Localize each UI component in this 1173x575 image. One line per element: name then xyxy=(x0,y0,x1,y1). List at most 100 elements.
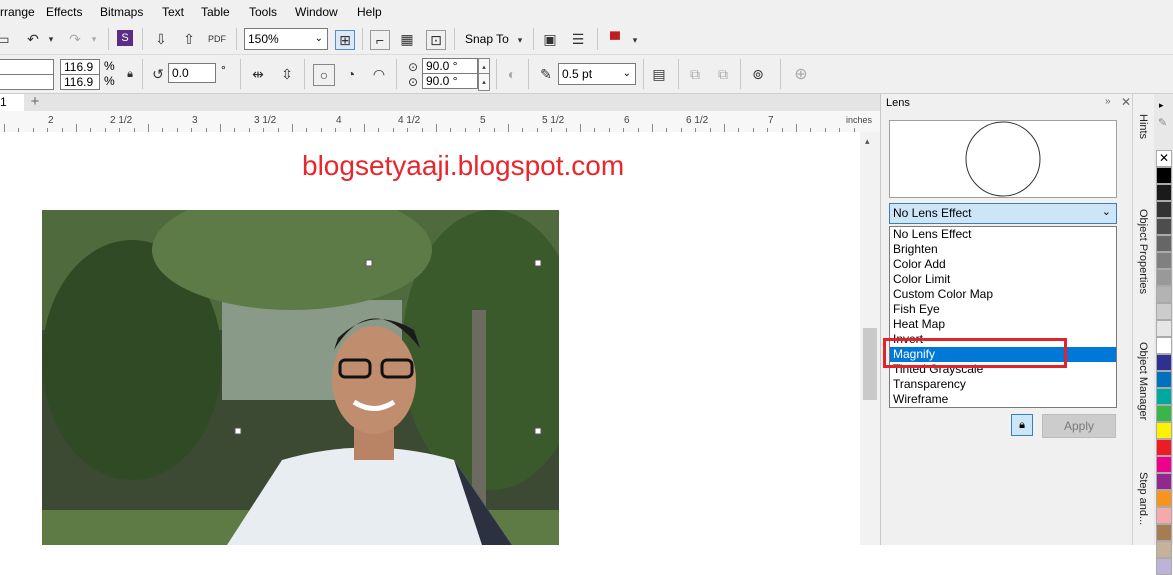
launcher-dropdown-icon[interactable]: ▾ xyxy=(626,31,644,49)
to-front-icon[interactable]: ⧉ xyxy=(686,65,704,83)
corel-connect-icon[interactable]: S xyxy=(117,30,133,46)
photo[interactable] xyxy=(42,210,559,545)
lens-option-no-lens-effect[interactable]: No Lens Effect xyxy=(890,227,1116,242)
lens-option-color-limit[interactable]: Color Limit xyxy=(890,272,1116,287)
lens-option-color-add[interactable]: Color Add xyxy=(890,257,1116,272)
publish-pdf-icon[interactable]: PDF xyxy=(208,30,226,48)
lock-ratio-icon[interactable]: 🔒︎ xyxy=(121,65,139,83)
snap-dropdown-icon[interactable]: ▾ xyxy=(511,31,529,49)
add-icon[interactable]: ⊕ xyxy=(792,65,810,83)
scrollbar-thumb[interactable] xyxy=(863,328,877,400)
outline-width-select[interactable]: 0.5 pt ⌄ xyxy=(558,63,636,85)
text-wrap-icon[interactable]: ▤ xyxy=(650,65,668,83)
welcome-screen-icon[interactable]: ▣ xyxy=(541,30,559,48)
tab-step-and-repeat[interactable]: Step and... xyxy=(1137,472,1149,525)
export-icon[interactable]: ⇧ xyxy=(180,30,198,48)
scale-y-field[interactable]: 116.9 xyxy=(60,74,100,90)
color-swatch[interactable] xyxy=(1156,405,1172,422)
color-swatch[interactable] xyxy=(1156,337,1172,354)
no-color-swatch[interactable]: ✕ xyxy=(1156,150,1172,167)
zoom-to-page-icon[interactable]: ⊞ xyxy=(335,30,355,50)
ellipse-icon[interactable]: ○ xyxy=(313,64,335,86)
object-size-width-field[interactable] xyxy=(0,59,54,75)
tab-object-properties[interactable]: Object Properties xyxy=(1137,209,1149,294)
color-swatch[interactable] xyxy=(1156,507,1172,524)
close-icon[interactable]: ✕ xyxy=(1121,95,1131,109)
application-launcher-icon[interactable]: ▀ xyxy=(606,30,624,48)
color-swatch[interactable] xyxy=(1156,201,1172,218)
menu-effects[interactable]: Effects xyxy=(46,5,82,19)
color-swatch[interactable] xyxy=(1156,524,1172,541)
color-swatch[interactable] xyxy=(1156,252,1172,269)
lens-option-custom-color-map[interactable]: Custom Color Map xyxy=(890,287,1116,302)
scale-x-field[interactable]: 116.9 xyxy=(60,59,100,75)
lens-option-heat-map[interactable]: Heat Map xyxy=(890,317,1116,332)
color-swatch[interactable] xyxy=(1156,354,1172,371)
color-swatch[interactable] xyxy=(1156,320,1172,337)
direction-icon[interactable]: ◐ xyxy=(503,65,521,83)
color-swatch[interactable] xyxy=(1156,456,1172,473)
menu-table[interactable]: Table xyxy=(201,5,230,19)
grid-icon[interactable]: ▦ xyxy=(398,30,416,48)
palette-scroll-up-icon[interactable]: ▸ xyxy=(1159,100,1164,111)
stepper-icon[interactable]: ▴ xyxy=(478,73,490,91)
color-swatch[interactable] xyxy=(1156,235,1172,252)
vertical-scrollbar[interactable]: ▴ xyxy=(860,132,880,545)
snap-to-label[interactable]: Snap To xyxy=(465,32,509,46)
lock-icon[interactable]: 🔒︎ xyxy=(1011,414,1033,436)
rotation-angle-field[interactable]: 0.0 xyxy=(168,63,216,83)
menu-text[interactable]: Text xyxy=(162,5,184,19)
mirror-horizontal-icon[interactable]: ⇹ xyxy=(249,65,267,83)
color-swatch[interactable] xyxy=(1156,184,1172,201)
color-swatch[interactable] xyxy=(1156,422,1172,439)
menu-arrange[interactable]: rrange xyxy=(0,5,35,19)
starting-angle-field[interactable]: 90.0 ° xyxy=(422,58,478,74)
undo-icon[interactable]: ↶ xyxy=(24,30,42,48)
eyedropper-icon[interactable]: ✎ xyxy=(1158,116,1167,129)
apply-button[interactable]: Apply xyxy=(1042,414,1116,438)
color-swatch[interactable] xyxy=(1156,286,1172,303)
color-swatch[interactable] xyxy=(1156,541,1172,558)
lens-option-fish-eye[interactable]: Fish Eye xyxy=(890,302,1116,317)
object-size-height-field[interactable] xyxy=(0,74,54,90)
menu-window[interactable]: Window xyxy=(295,5,338,19)
color-swatch[interactable] xyxy=(1156,558,1172,575)
pie-icon[interactable]: ◔ xyxy=(342,65,360,83)
color-swatch[interactable] xyxy=(1156,388,1172,405)
color-swatch[interactable] xyxy=(1156,303,1172,320)
color-swatch[interactable] xyxy=(1156,269,1172,286)
menu-bitmaps[interactable]: Bitmaps xyxy=(100,5,143,19)
color-swatch[interactable] xyxy=(1156,473,1172,490)
color-swatch[interactable] xyxy=(1156,371,1172,388)
undo-dropdown-icon[interactable]: ▾ xyxy=(42,30,60,48)
redo-icon[interactable]: ↷ xyxy=(66,30,84,48)
lens-option-wireframe[interactable]: Wireframe xyxy=(890,392,1116,407)
color-swatch[interactable] xyxy=(1156,218,1172,235)
color-swatch[interactable] xyxy=(1156,167,1172,184)
color-swatch[interactable] xyxy=(1156,439,1172,456)
color-swatch[interactable] xyxy=(1156,490,1172,507)
add-document-tab-button[interactable]: + xyxy=(26,94,44,111)
arc-icon[interactable]: ◠ xyxy=(370,65,388,83)
guidelines-icon[interactable]: ⊡ xyxy=(426,30,446,50)
options-icon[interactable]: ☰ xyxy=(569,30,587,48)
convert-to-curves-icon[interactable]: ⊚ xyxy=(749,65,767,83)
document-tab[interactable]: 1 xyxy=(0,94,24,111)
mirror-vertical-icon[interactable]: ⇳ xyxy=(278,65,296,83)
lens-option-brighten[interactable]: Brighten xyxy=(890,242,1116,257)
menu-help[interactable]: Help xyxy=(357,5,382,19)
scroll-up-icon[interactable]: ▴ xyxy=(865,136,870,147)
redo-dropdown-icon[interactable]: ▾ xyxy=(85,30,103,48)
lens-type-select[interactable]: No Lens Effect ⌄ xyxy=(889,203,1117,224)
drawing-canvas[interactable]: blogsetyaaji.blogspot.com xyxy=(0,132,860,545)
ending-angle-field[interactable]: 90.0 ° xyxy=(422,73,478,89)
zoom-level-select[interactable]: 150% ⌄ xyxy=(244,28,328,50)
menu-tools[interactable]: Tools xyxy=(249,5,277,19)
to-back-icon[interactable]: ⧉ xyxy=(714,65,732,83)
open-icon[interactable]: ▭ xyxy=(0,30,12,48)
rulers-icon[interactable]: ⌐ xyxy=(370,30,390,50)
tab-hints[interactable]: Hints xyxy=(1137,114,1149,139)
lens-option-transparency[interactable]: Transparency xyxy=(890,377,1116,392)
import-icon[interactable]: ⇩ xyxy=(152,30,170,48)
tab-object-manager[interactable]: Object Manager xyxy=(1137,342,1149,420)
